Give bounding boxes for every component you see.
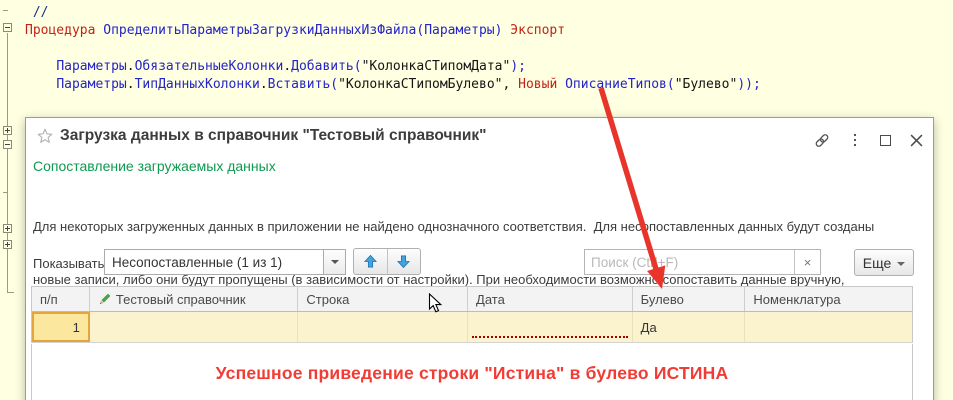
- column-header-nomenklatura[interactable]: Номенклатура: [745, 287, 912, 311]
- search-clear-button[interactable]: ×: [794, 250, 820, 274]
- table-row: 1 Да: [31, 312, 913, 343]
- description-line: Для некоторых загруженных данных в прило…: [33, 218, 874, 236]
- mapping-table: п/п Тестовый справочник Строка Дата: [31, 286, 913, 343]
- fold-collapse-icon[interactable]: [3, 140, 12, 149]
- column-header-num[interactable]: п/п: [32, 287, 90, 311]
- arrow-up-icon: [363, 254, 378, 269]
- more-button[interactable]: Еще: [854, 249, 914, 276]
- chevron-down-icon: [897, 262, 905, 266]
- column-header-stroka[interactable]: Строка: [298, 287, 468, 311]
- cell-nomenklatura[interactable]: [745, 312, 912, 342]
- chevron-down-icon: [331, 260, 339, 264]
- annotation-text: Успешное приведение строки "Истина" в бу…: [31, 363, 913, 384]
- gutter-corner: [7, 292, 14, 293]
- section-title: Сопоставление загружаемых данных: [33, 158, 276, 174]
- close-icon[interactable]: [907, 131, 925, 149]
- column-header-bulevo[interactable]: Булево: [633, 287, 746, 311]
- gutter-line: [7, 33, 8, 293]
- search-input[interactable]: [585, 250, 794, 274]
- filter-dropdown-button[interactable]: [323, 250, 345, 274]
- move-down-button[interactable]: [387, 249, 421, 274]
- move-up-button[interactable]: [354, 249, 387, 274]
- cell-test-ref[interactable]: [90, 312, 299, 342]
- column-header-test-ref[interactable]: Тестовый справочник: [90, 287, 299, 311]
- code-line[interactable]: Параметры.ТипДанныхКолонки.Вставить("Кол…: [25, 76, 953, 94]
- gutter-tick: [3, 192, 8, 193]
- favorite-star-icon[interactable]: [36, 127, 54, 145]
- search-box: ×: [584, 249, 821, 275]
- cell-num-selected[interactable]: 1: [32, 312, 90, 342]
- move-buttons: [353, 248, 421, 275]
- load-data-dialog: Загрузка данных в справочник "Тестовый с…: [25, 117, 934, 400]
- pencil-icon: [98, 293, 111, 306]
- dialog-title: Загрузка данных в справочник "Тестовый с…: [60, 127, 486, 145]
- code-line[interactable]: //: [25, 4, 953, 22]
- show-label: Показывать:: [33, 256, 108, 271]
- maximize-icon[interactable]: [876, 131, 894, 149]
- fold-expand-icon[interactable]: [3, 126, 12, 135]
- table-header-row: п/п Тестовый справочник Строка Дата: [31, 286, 913, 312]
- arrow-down-icon: [396, 254, 411, 269]
- filter-dropdown[interactable]: Несопоставленные (1 из 1): [104, 249, 346, 275]
- cell-stroka[interactable]: [298, 312, 468, 342]
- more-button-label: Еще: [863, 255, 892, 271]
- filter-dropdown-value: Несопоставленные (1 из 1): [105, 255, 323, 270]
- cell-bulevo[interactable]: Да: [633, 312, 746, 342]
- fold-expand-icon[interactable]: [3, 240, 12, 249]
- code-line[interactable]: Процедура ОпределитьПараметрыЗагрузкиДан…: [25, 22, 953, 40]
- code-area[interactable]: //Процедура ОпределитьПараметрыЗагрузкиД…: [25, 4, 953, 94]
- code-line[interactable]: [25, 40, 953, 58]
- gutter-tick: [3, 10, 8, 11]
- link-icon[interactable]: [813, 131, 831, 149]
- fold-collapse-icon[interactable]: [3, 23, 12, 32]
- screen: //Процедура ОпределитьПараметрыЗагрузкиД…: [0, 0, 953, 400]
- column-header-data[interactable]: Дата: [468, 287, 633, 311]
- code-line[interactable]: Параметры.ОбязательныеКолонки.Добавить("…: [25, 58, 953, 76]
- cell-data[interactable]: [468, 312, 633, 342]
- required-field-underline: [472, 336, 628, 338]
- fold-expand-icon[interactable]: [3, 224, 12, 233]
- more-menu-icon[interactable]: [846, 131, 864, 149]
